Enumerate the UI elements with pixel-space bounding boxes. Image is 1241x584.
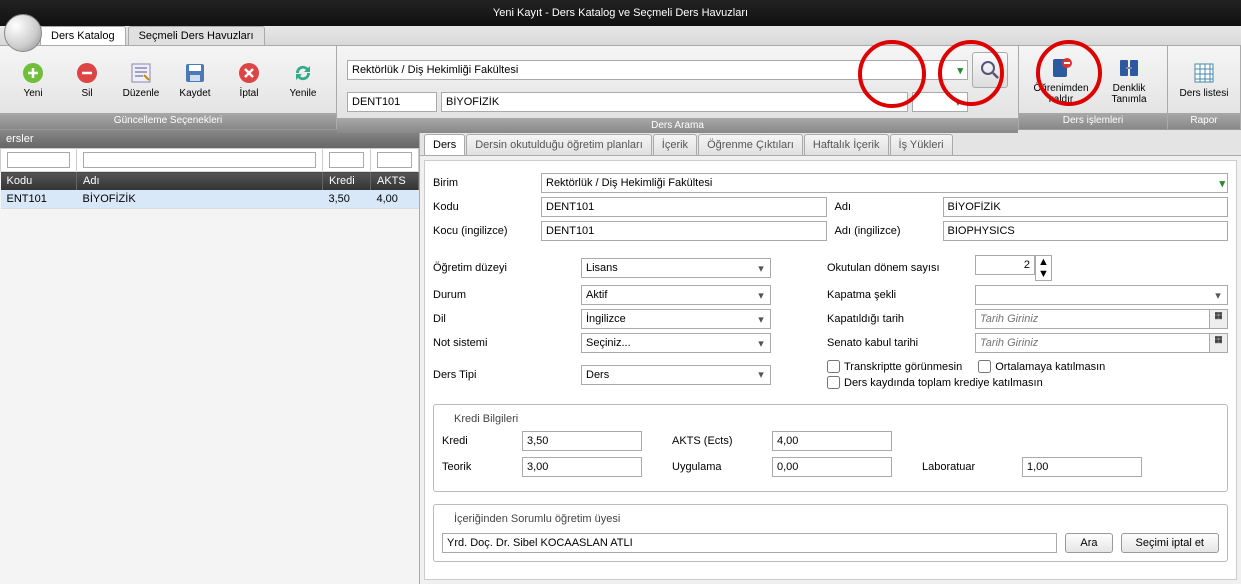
save-icon [182,60,208,86]
new-button[interactable]: Yeni [6,52,60,108]
plus-icon [20,60,46,86]
ribbon-group-arama: Rektörlük / Diş Hekimliği Fakültesi ▾ ▾ … [337,46,1019,129]
adi-en-input[interactable] [943,221,1229,241]
refresh-icon [290,60,316,86]
refresh-button[interactable]: Yenile [276,52,330,108]
magnifier-icon [978,58,1002,82]
chevron-down-icon: ▾ [754,368,768,381]
window-title: Yeni Kayıt - Ders Katalog ve Seçmeli Der… [493,7,748,19]
kredi-katilmasin-checkbox[interactable]: Ders kaydında toplam krediye katılmasın [827,376,1043,389]
dropdown-arrow-icon: ▾ [1219,177,1225,190]
ribbon-group-label: Güncelleme Seçenekleri [0,113,336,129]
left-panel: ersler Kodu Adı Kredi AKTS ENT101 BİYOFİ… [0,130,420,584]
book-minus-icon [1048,55,1074,81]
course-list-button[interactable]: Ders listesi [1174,52,1234,108]
table-row[interactable]: ENT101 BİYOFİZİK 3,50 4,00 [1,190,419,209]
spinner-down-icon[interactable]: ▼ [1036,268,1051,280]
lab-input[interactable] [1022,457,1142,477]
kredi-input[interactable] [522,431,642,451]
ribbon-group-rapor: Ders listesi Rapor [1168,46,1241,129]
delete-button[interactable]: Sil [60,52,114,108]
akts-input[interactable] [772,431,892,451]
secimi-iptal-button[interactable]: Seçimi iptal et [1121,533,1219,553]
kredi-fieldset: Kredi Bilgileri Kredi AKTS (Ects) Teorik… [433,404,1228,492]
chevron-down-icon: ▾ [951,96,965,109]
calendar-icon[interactable]: ▦ [1210,333,1228,353]
birim-label: Birim [433,177,533,189]
search-code-input[interactable] [347,92,437,112]
filter-kodu[interactable] [7,152,70,168]
dil-select[interactable]: İngilizce▾ [581,309,771,329]
chevron-down-icon: ▾ [754,337,768,350]
ogretim-select[interactable]: Lisans▾ [581,258,771,278]
edit-button[interactable]: Düzenle [114,52,168,108]
subtab-haftalik-icerik[interactable]: Haftalık İçerik [804,134,889,155]
kapatildigi-date[interactable]: ▦ [975,309,1228,329]
notsistem-select[interactable]: Seçiniz...▾ [581,333,771,353]
search-extra-dropdown[interactable]: ▾ [912,92,968,112]
okutulan-spinner[interactable]: ▲▼ [975,255,1228,281]
spinner-up-icon[interactable]: ▲ [1036,256,1051,268]
subtab-icerik[interactable]: İçerik [653,134,697,155]
cancel-button[interactable]: İptal [222,52,276,108]
teorik-input[interactable] [522,457,642,477]
chevron-down-icon: ▾ [1211,289,1225,302]
sorumlu-input[interactable] [442,533,1057,553]
grid-list-icon [1191,60,1217,86]
subtab-ogretim-planlari[interactable]: Dersin okutulduğu öğretim planları [466,134,652,155]
ribbon-tab-bar: Ders Katalog Seçmeli Ders Havuzları [0,26,1241,46]
chevron-down-icon: ▾ [754,262,768,275]
remove-from-curriculum-button[interactable]: Öğrenimden kaldır [1025,52,1097,108]
durum-select[interactable]: Aktif▾ [581,285,771,305]
chevron-down-icon: ▾ [754,313,768,326]
search-name-input[interactable] [441,92,908,112]
cancel-icon [236,60,262,86]
title-bar: Yeni Kayıt - Ders Katalog ve Seçmeli Der… [0,0,1241,26]
transkript-checkbox[interactable]: Transkriptte görünmesin [827,360,962,373]
sorumlu-fieldset: İçeriğinden Sorumlu öğretim üyesi Ara Se… [433,504,1228,562]
form-area: Birim Rektörlük / Diş Hekimliği Fakültes… [424,160,1237,580]
chevron-down-icon: ▾ [754,289,768,302]
search-unit-dropdown[interactable]: Rektörlük / Diş Hekimliği Fakültesi ▾ [347,60,968,80]
filter-akts[interactable] [377,152,412,168]
filter-kredi[interactable] [329,152,364,168]
uygulama-input[interactable] [772,457,892,477]
ribbon-group-islemler: Öğrenimden kaldır Denklik Tanımla Ders i… [1019,46,1168,129]
edit-icon [128,60,154,86]
ribbon-group-guncelleme: Yeni Sil Düzenle Kaydet İptal Yenile [0,46,337,129]
save-button[interactable]: Kaydet [168,52,222,108]
minus-icon [74,60,100,86]
books-link-icon [1116,55,1142,81]
calendar-icon[interactable]: ▦ [1210,309,1228,329]
kodu-input[interactable] [541,197,827,217]
ribbon: Yeni Sil Düzenle Kaydet İptal Yenile [0,46,1241,130]
subtab-ogrenme-ciktilari[interactable]: Öğrenme Çıktıları [698,134,803,155]
dropdown-arrow-icon: ▾ [957,64,963,77]
subtab-bar: Ders Dersin okutulduğu öğretim planları … [420,130,1241,156]
subtab-ders[interactable]: Ders [424,134,465,155]
tab-ders-katalog[interactable]: Ders Katalog [40,26,126,45]
senato-date[interactable]: ▦ [975,333,1228,353]
tab-secmeli-havuzlari[interactable]: Seçmeli Ders Havuzları [128,26,265,45]
courses-grid[interactable]: Kodu Adı Kredi AKTS ENT101 BİYOFİZİK 3,5… [0,148,419,209]
kodu-en-input[interactable] [541,221,827,241]
filter-adi[interactable] [83,152,316,168]
ara-button[interactable]: Ara [1065,533,1112,553]
subtab-is-yukleri[interactable]: İş Yükleri [890,134,953,155]
search-button[interactable] [972,52,1008,88]
grid-filter-row[interactable] [1,149,419,172]
right-panel: Ders Dersin okutulduğu öğretim planları … [420,130,1241,584]
grid-header-row: Kodu Adı Kredi AKTS [1,172,419,191]
adi-input[interactable] [943,197,1229,217]
ortalama-checkbox[interactable]: Ortalamaya katılmasın [978,360,1105,373]
app-orb-button[interactable] [4,14,42,52]
birim-dropdown[interactable]: Rektörlük / Diş Hekimliği Fakültesi ▾ [541,173,1228,193]
kapatma-select[interactable]: ▾ [975,285,1228,305]
derstipi-select[interactable]: Ders▾ [581,365,771,385]
define-equivalence-button[interactable]: Denklik Tanımla [1097,52,1161,108]
